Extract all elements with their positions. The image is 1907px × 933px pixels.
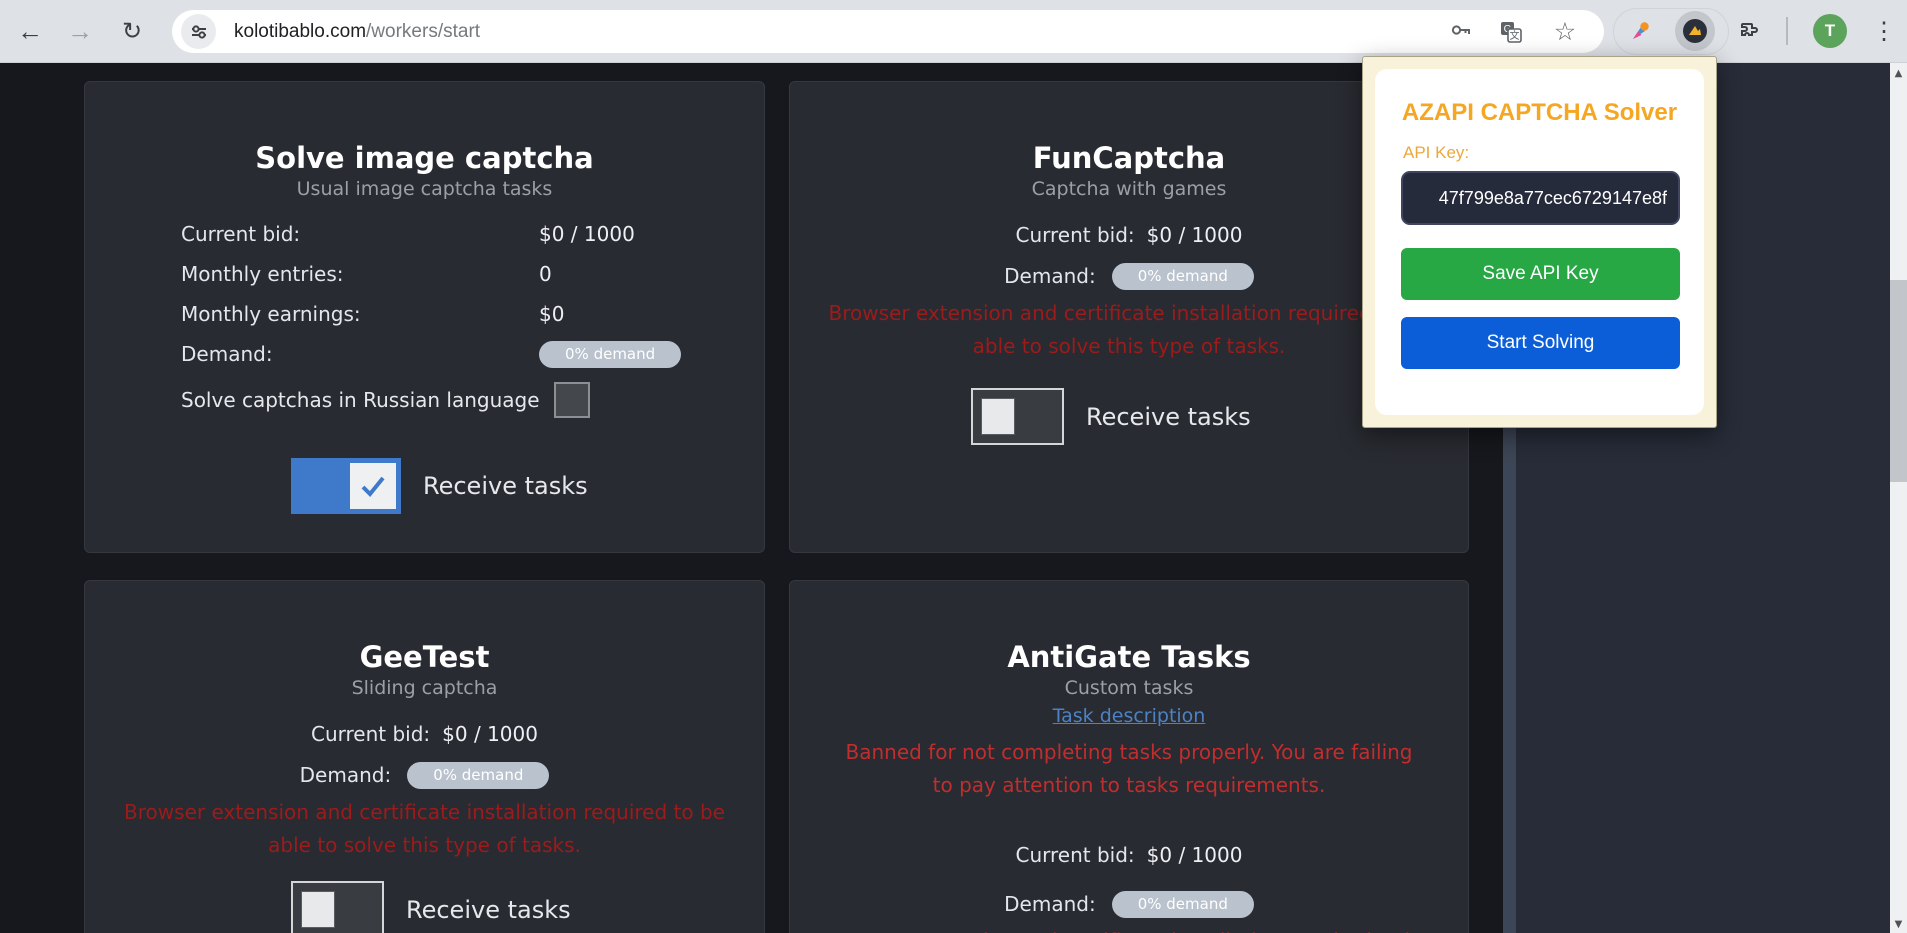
back-icon[interactable]: ←: [8, 0, 52, 63]
stat-value: 0: [539, 262, 552, 286]
toggle-knob: [981, 398, 1015, 435]
demand-label: Demand:: [1004, 263, 1096, 288]
azapi-popup: AZAPI CAPTCHA Solver API Key: Save API K…: [1362, 56, 1717, 428]
start-solving-button[interactable]: Start Solving: [1401, 317, 1680, 369]
demand-label: Demand:: [1004, 891, 1096, 916]
popup-title: AZAPI CAPTCHA Solver: [1401, 99, 1678, 126]
card-title: GeeTest: [359, 640, 490, 674]
card-antigate: AntiGate Tasks Custom tasks Task descrip…: [789, 580, 1469, 933]
bid-value: $0 / 1000: [1146, 223, 1243, 247]
scrollbar-up-icon[interactable]: ▲: [1890, 65, 1907, 82]
russian-checkbox-label: Solve captchas in Russian language: [181, 388, 540, 412]
azapi-extension-icon[interactable]: [1675, 11, 1715, 51]
stat-row: Monthly earnings: $0: [181, 294, 764, 334]
scrollbar-thumb[interactable]: [1890, 280, 1907, 482]
bid-label: Current bid:: [311, 722, 431, 746]
site-settings-icon[interactable]: [181, 14, 216, 49]
browser-toolbar: ← → ↻ kolotibablo.com/workers/start G: [0, 0, 1907, 63]
demand-badge: 0% demand: [1111, 263, 1254, 290]
address-bar[interactable]: kolotibablo.com/workers/start G 文 ☆: [172, 10, 1604, 53]
receive-tasks-toggle-off[interactable]: [291, 881, 384, 933]
receive-tasks-label: Receive tasks: [1086, 402, 1251, 431]
stat-value: $0 / 1000: [539, 222, 635, 246]
check-icon: [361, 476, 385, 497]
card-image-captcha: Solve image captcha Usual image captcha …: [84, 81, 765, 553]
card-subtitle: Custom tasks: [1064, 677, 1194, 699]
reload-icon[interactable]: ↻: [110, 0, 154, 63]
toggle-knob: [350, 463, 396, 509]
toggle-knob: [301, 891, 335, 928]
url-host: kolotibablo.com: [234, 20, 367, 42]
receive-tasks-toggle-on[interactable]: [291, 458, 401, 514]
extension-required-warning: Browser extension and certificate instal…: [124, 800, 725, 857]
bid-label: Current bid:: [1015, 223, 1135, 247]
card-subtitle: Sliding captcha: [351, 677, 498, 699]
profile-avatar[interactable]: T: [1813, 14, 1847, 48]
extension-required-warning: Browser extension and certificate instal…: [828, 301, 1430, 358]
svg-text:文: 文: [1510, 29, 1520, 42]
extension-required-warning: Browser extension and certificate instal…: [819, 925, 1439, 933]
stat-label: Monthly earnings:: [181, 302, 361, 326]
receive-tasks-label: Receive tasks: [423, 472, 588, 500]
url-field[interactable]: kolotibablo.com/workers/start: [234, 10, 480, 53]
stat-row: Current bid: $0 / 1000: [181, 214, 764, 254]
bid-label: Current bid:: [1015, 843, 1135, 867]
demand-badge: 0% demand: [407, 762, 550, 789]
extensions-puzzle-icon[interactable]: [1729, 11, 1769, 51]
task-description-link[interactable]: Task description: [1053, 705, 1206, 727]
bookmark-star-icon[interactable]: ☆: [1548, 15, 1582, 49]
bid-value: $0 / 1000: [442, 722, 538, 746]
receive-tasks-label: Receive tasks: [406, 895, 571, 924]
forward-icon[interactable]: →: [58, 0, 102, 63]
eyedropper-extension-icon[interactable]: [1621, 11, 1661, 51]
demand-label: Demand:: [181, 342, 273, 366]
russian-language-checkbox[interactable]: [553, 382, 590, 418]
api-key-input[interactable]: [1401, 171, 1680, 225]
stat-label: Current bid:: [181, 222, 301, 246]
url-path: /workers/start: [366, 20, 481, 42]
stat-label: Monthly entries:: [181, 262, 344, 286]
card-subtitle: Usual image captcha tasks: [296, 178, 553, 200]
toolbar-separator: [1786, 17, 1788, 45]
api-key-label: API Key:: [1403, 143, 1470, 162]
card-title: AntiGate Tasks: [1007, 640, 1251, 674]
save-api-key-button[interactable]: Save API Key: [1401, 248, 1680, 300]
azapi-popup-card: AZAPI CAPTCHA Solver API Key: Save API K…: [1375, 69, 1704, 415]
demand-badge: 0% demand: [539, 340, 682, 368]
card-geetest: GeeTest Sliding captcha Current bid: $0 /…: [84, 580, 765, 933]
card-title: Solve image captcha: [255, 141, 594, 175]
demand-badge: 0% demand: [1111, 891, 1254, 918]
translate-icon[interactable]: G 文: [1494, 15, 1528, 49]
scrollbar-down-icon[interactable]: ▼: [1890, 916, 1907, 933]
browser-scrollbar[interactable]: ▲ ▼: [1890, 63, 1907, 933]
stat-row: Monthly entries: 0: [181, 254, 764, 294]
demand-label: Demand:: [299, 762, 392, 787]
password-manager-icon[interactable]: [1444, 15, 1478, 49]
stat-row: Demand: 0% demand: [181, 334, 764, 374]
azapi-logo: [1683, 19, 1707, 43]
browser-menu-icon[interactable]: ⋮: [1862, 0, 1906, 63]
receive-tasks-toggle-off[interactable]: [971, 388, 1064, 445]
banned-warning: Banned for not completing tasks properly…: [845, 740, 1413, 797]
bid-value: $0 / 1000: [1146, 843, 1243, 867]
stat-value: $0: [539, 302, 565, 326]
